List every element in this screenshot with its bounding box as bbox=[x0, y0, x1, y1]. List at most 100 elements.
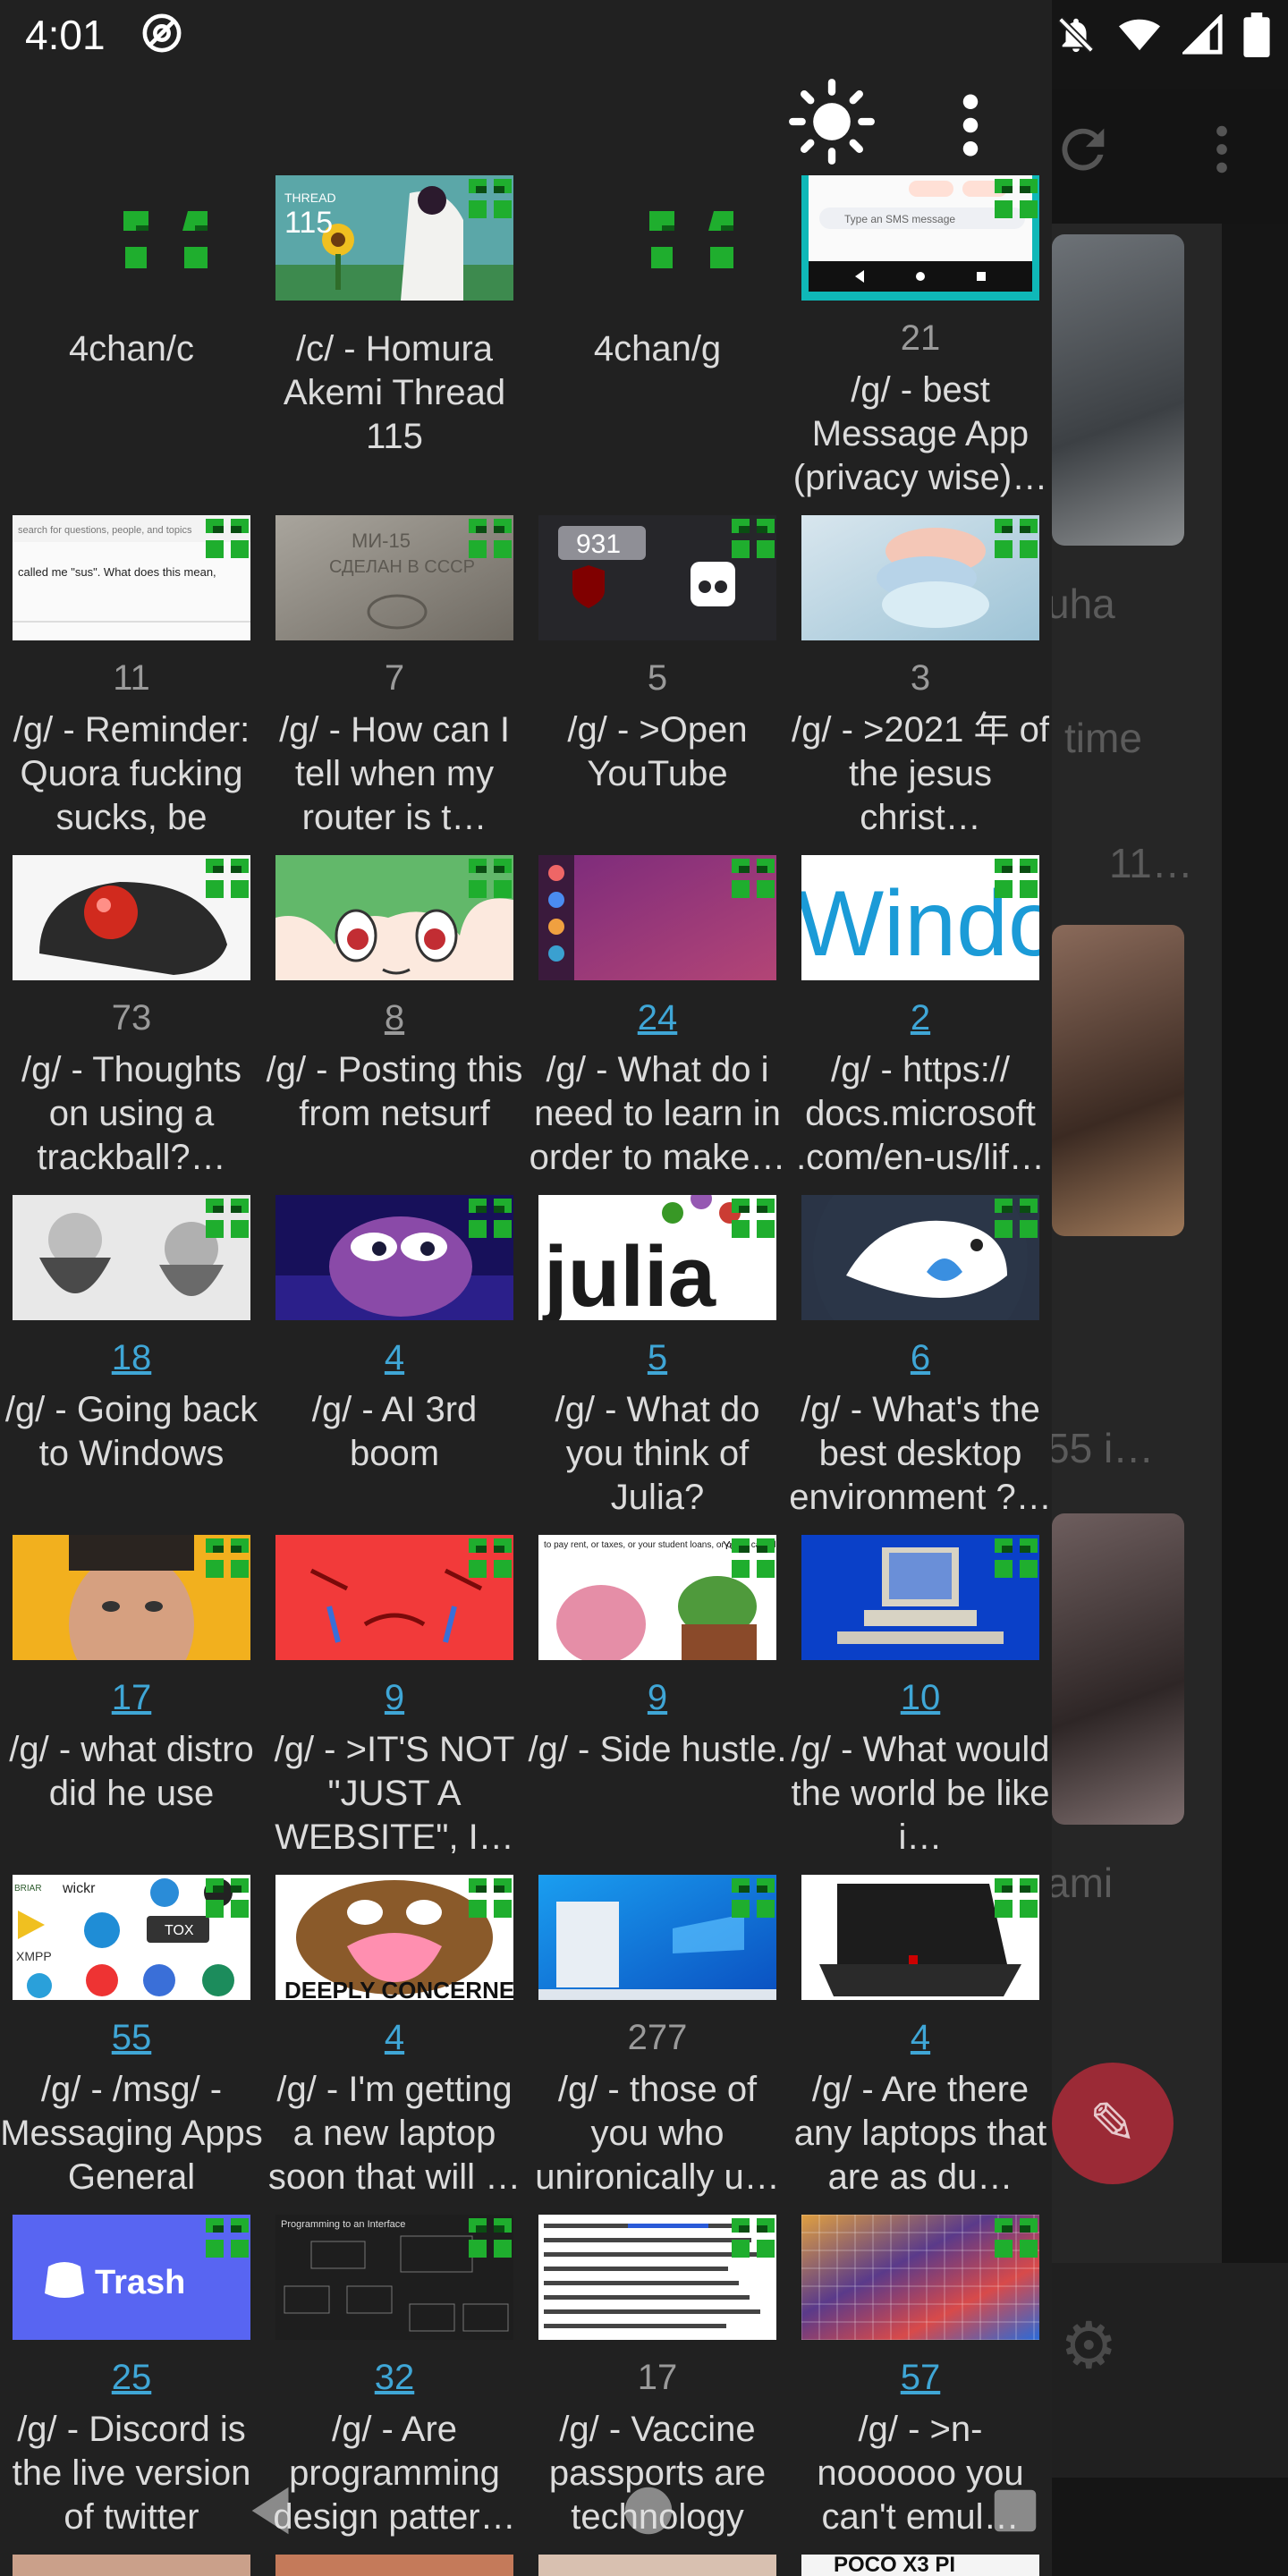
bookmark-tile[interactable]: 73/g/ - Thoughts on using a trackball?… bbox=[0, 855, 263, 1195]
svg-text:DEEPLY CONCERNED: DEEPLY CONCERNED bbox=[284, 1977, 513, 2000]
board-badge-icon bbox=[465, 515, 513, 562]
thread-title: /g/ - Reminder: Quora fucking sucks, be … bbox=[13, 710, 250, 843]
thread-title: 4chan/c bbox=[68, 329, 195, 369]
reply-count: 17 bbox=[637, 2358, 678, 2397]
reply-count[interactable]: 2 bbox=[789, 998, 1052, 1038]
svg-text:931: 931 bbox=[576, 530, 621, 559]
svg-text:115: 115 bbox=[284, 206, 333, 240]
recents-icon[interactable] bbox=[987, 2479, 1043, 2542]
bookmark-tile[interactable]: 9/g/ - >IT'S NOT "JUST A WEBSITE", I… bbox=[263, 1535, 526, 1875]
thread-thumbnail: search for questions, people, and topics… bbox=[13, 515, 250, 640]
bookmark-tile[interactable]: DEEPLY CONCERNED 4/g/ - I'm getting a new… bbox=[263, 1875, 526, 2215]
theme-sun-icon[interactable] bbox=[787, 77, 877, 166]
reply-count[interactable]: 24 bbox=[526, 998, 789, 1038]
reply-count[interactable]: 18 bbox=[0, 1338, 263, 1378]
thread-thumbnail bbox=[538, 2215, 776, 2340]
overflow-menu-icon[interactable] bbox=[930, 80, 1011, 170]
thread-title: /g/ - those of you who unironically u… bbox=[535, 2070, 780, 2197]
background-toolbar bbox=[1052, 89, 1288, 224]
reply-count[interactable]: 55 bbox=[0, 2018, 263, 2058]
thread-thumbnail bbox=[275, 855, 513, 980]
bookmark-tile[interactable]: 931 5/g/ - >Open YouTube bbox=[526, 515, 789, 855]
thread-title: /g/ - what distro did he use bbox=[9, 1730, 254, 1813]
board-badge-icon bbox=[202, 515, 250, 562]
overflow-menu-icon[interactable] bbox=[1191, 118, 1253, 181]
reply-count[interactable]: 10 bbox=[789, 1678, 1052, 1718]
thread-thumbnail: МИ-15 СДЕЛАН В СССР bbox=[275, 515, 513, 640]
bookmark-tile[interactable]: THREAD 115/c/ - Homura Akemi Thread 115 bbox=[263, 175, 526, 515]
bookmark-tile[interactable]: 6/g/ - What's the best desktop environme… bbox=[789, 1195, 1052, 1535]
bookmark-tile[interactable]: 4chan/g bbox=[526, 175, 789, 515]
wifi-icon bbox=[1119, 19, 1160, 51]
thread-thumbnail bbox=[801, 515, 1039, 640]
board-badge-icon bbox=[991, 515, 1039, 562]
reply-count[interactable]: 32 bbox=[263, 2358, 526, 2398]
bookmark-tile[interactable]: 24/g/ - What do i need to learn in order… bbox=[526, 855, 789, 1195]
bookmark-tile[interactable]: Type an SMS message 21/g/ - best Message… bbox=[789, 175, 1052, 515]
bookmark-tile[interactable]: wickr BRIAR TOX XMPP 55/g/ - /msg/ - Mes… bbox=[0, 1875, 263, 2215]
reply-count[interactable]: 4 bbox=[263, 1338, 526, 1378]
navigation-drawer: 4chan/c THREAD 115/c/ - Homura Akemi Thr… bbox=[0, 0, 1052, 2576]
refresh-icon[interactable] bbox=[1052, 118, 1114, 181]
thread-title: /c/ - Homura Akemi Thread 115 bbox=[283, 329, 506, 456]
board-badge-icon bbox=[991, 1875, 1039, 1921]
bookmark-tile[interactable]: 4/g/ - Are there any laptops that are as… bbox=[789, 1875, 1052, 2215]
reply-count: 11 bbox=[113, 658, 150, 698]
bookmark-tile[interactable]: julia 5/g/ - What do you think of Julia? bbox=[526, 1195, 789, 1535]
background-thumbnail bbox=[1052, 925, 1184, 1236]
reply-count: 21 bbox=[900, 318, 941, 358]
thread-title: /g/ - AI 3rd boom bbox=[311, 1390, 478, 1473]
status-bar: 4:01 bbox=[0, 0, 1288, 75]
notifications-off-icon bbox=[1058, 17, 1094, 53]
thread-thumbnail bbox=[13, 1195, 250, 1320]
board-badge-icon bbox=[202, 1875, 250, 1921]
bookmark-tile[interactable]: search for questions, people, and topics… bbox=[0, 515, 263, 855]
board-badge-icon bbox=[991, 855, 1039, 902]
thread-title: /g/ - https:// docs.microsoft .com/en-us… bbox=[796, 1050, 1045, 1177]
bookmark-tile[interactable]: 3/g/ - >2021 年 of the jesus christ… bbox=[789, 515, 1052, 855]
board-badge-icon bbox=[465, 855, 513, 902]
board-badge-icon bbox=[202, 1535, 250, 1581]
bookmark-tile[interactable]: 10/g/ - What would the world be like i… bbox=[789, 1535, 1052, 1875]
reply-count[interactable]: 4 bbox=[263, 2018, 526, 2058]
svg-text:СДЕЛАН В СССР: СДЕЛАН В СССР bbox=[329, 557, 475, 577]
thread-thumbnail: julia bbox=[538, 1195, 776, 1320]
bookmark-tile[interactable]: Windo 2/g/ - https:// docs.microsoft .com… bbox=[789, 855, 1052, 1195]
reply-count[interactable]: 8 bbox=[263, 998, 526, 1038]
thread-title: /g/ - >IT'S NOT "JUST A WEBSITE", I… bbox=[274, 1730, 515, 1857]
bookmark-tile[interactable]: 4chan/c bbox=[0, 175, 263, 515]
reply-count: 73 bbox=[111, 998, 152, 1038]
signal-icon bbox=[1182, 14, 1223, 55]
bookmark-tile[interactable]: 8/g/ - Posting this from netsurf bbox=[263, 855, 526, 1195]
reply-count[interactable]: 9 bbox=[263, 1678, 526, 1718]
bookmark-tile[interactable]: to pay rent, or taxes, or your student l… bbox=[526, 1535, 789, 1875]
reply-count[interactable]: 4 bbox=[789, 2018, 1052, 2058]
reply-count[interactable]: 5 bbox=[526, 1338, 789, 1378]
thread-thumbnail bbox=[13, 1535, 250, 1660]
reply-count[interactable]: 9 bbox=[526, 1678, 789, 1718]
thread-title: /g/ - Are there any laptops that are as … bbox=[793, 2070, 1047, 2197]
reply-count[interactable]: 57 bbox=[789, 2358, 1052, 2398]
bookmark-tile[interactable]: МИ-15 СДЕЛАН В СССР 7/g/ - How can I tel… bbox=[263, 515, 526, 855]
thread-thumbnail: Trash bbox=[13, 2215, 250, 2340]
home-icon[interactable] bbox=[617, 2479, 680, 2542]
bookmark-tile[interactable]: 17/g/ - what distro did he use bbox=[0, 1535, 263, 1875]
bookmark-tile[interactable]: 277/g/ - those of you who unironically u… bbox=[526, 1875, 789, 2215]
gear-icon[interactable]: ⚙ bbox=[1060, 2308, 1118, 2383]
edit-fab-button[interactable]: ✎ bbox=[1052, 2063, 1174, 2184]
bookmark-tile[interactable]: 18/g/ - Going back to Windows bbox=[0, 1195, 263, 1535]
reply-count[interactable]: 25 bbox=[0, 2358, 263, 2398]
board-badge-icon bbox=[202, 855, 250, 902]
reply-count: 7 bbox=[384, 658, 405, 698]
reply-count[interactable]: 6 bbox=[789, 1338, 1052, 1378]
bookmark-tile[interactable]: 4/g/ - AI 3rd boom bbox=[263, 1195, 526, 1535]
svg-text:Programming to an Interface: Programming to an Interface bbox=[281, 2219, 405, 2230]
clock: 4:01 bbox=[25, 12, 106, 58]
thread-title: /g/ - Thoughts on using a trackball?… bbox=[21, 1050, 242, 1177]
svg-text:called me "sus". What does thi: called me "sus". What does this mean, bbox=[18, 565, 216, 579]
background-text: 55 i… bbox=[1046, 1425, 1155, 1471]
svg-text:THREAD: THREAD bbox=[284, 191, 336, 205]
reply-count[interactable]: 17 bbox=[0, 1678, 263, 1718]
back-icon[interactable] bbox=[242, 2479, 304, 2542]
svg-text:BRIAR: BRIAR bbox=[14, 1884, 42, 1894]
